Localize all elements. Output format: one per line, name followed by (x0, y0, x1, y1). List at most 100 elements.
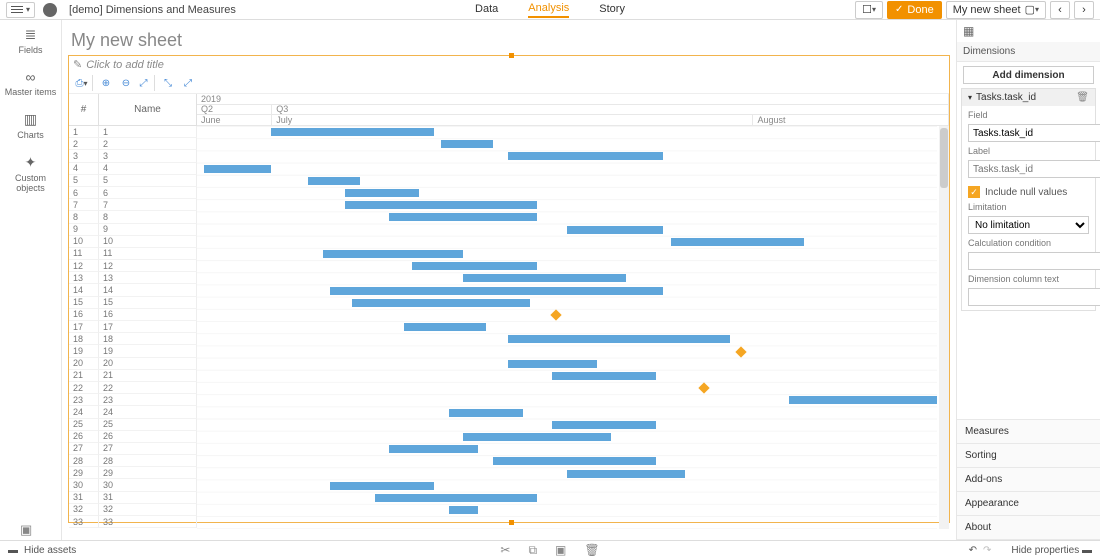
scrollbar-thumb[interactable] (940, 128, 948, 188)
table-row[interactable]: 1919 (69, 345, 197, 357)
section-appearance[interactable]: Appearance (957, 492, 1100, 516)
hide-properties-button[interactable]: Hide properties ▬ (1011, 545, 1092, 556)
table-row[interactable]: 1515 (69, 297, 197, 309)
table-row[interactable]: 2828 (69, 455, 197, 467)
table-row[interactable]: 2222 (69, 382, 197, 394)
table-row[interactable]: 2121 (69, 370, 197, 382)
gantt-bar[interactable] (449, 506, 479, 514)
fit-button[interactable]: ⤢ (137, 75, 155, 91)
print-button[interactable]: ⎙▾ (75, 75, 93, 91)
table-row[interactable]: 77 (69, 199, 197, 211)
gantt-bar[interactable] (404, 323, 485, 331)
table-row[interactable]: 3333 (69, 516, 197, 528)
gantt-bar[interactable] (789, 396, 937, 404)
table-row[interactable]: 55 (69, 175, 197, 187)
gantt-bar[interactable] (508, 360, 597, 368)
gantt-bar[interactable] (330, 287, 663, 295)
table-row[interactable]: 2424 (69, 406, 197, 418)
table-row[interactable]: 3232 (69, 504, 197, 516)
gantt-bar[interactable] (449, 409, 523, 417)
table-row[interactable]: 1414 (69, 284, 197, 296)
gantt-bar[interactable] (345, 201, 537, 209)
gantt-bar[interactable] (567, 226, 663, 234)
gantt-bar[interactable] (375, 494, 538, 502)
collapse-button[interactable]: ⤢ (179, 75, 197, 91)
gantt-bar[interactable] (389, 445, 478, 453)
copy-button[interactable]: ⧉ (528, 543, 537, 558)
zoom-out-button[interactable]: ⊖ (117, 75, 135, 91)
table-icon[interactable]: ▦ (963, 24, 974, 38)
dim-col-text-input[interactable] (968, 288, 1100, 306)
gantt-bar[interactable] (389, 213, 537, 221)
tab-data[interactable]: Data (475, 3, 498, 17)
section-measures[interactable]: Measures (957, 420, 1100, 444)
table-row[interactable]: 2323 (69, 394, 197, 406)
limitation-select[interactable]: No limitation (968, 216, 1089, 234)
table-row[interactable]: 2929 (69, 467, 197, 479)
table-row[interactable]: 2020 (69, 358, 197, 370)
gantt-bar[interactable] (271, 128, 434, 136)
label-input[interactable] (968, 160, 1100, 178)
gantt-bar[interactable] (463, 433, 611, 441)
delete-dimension-button[interactable]: 🗑 (1076, 92, 1089, 103)
section-addons[interactable]: Add-ons (957, 468, 1100, 492)
include-null-checkbox[interactable]: ✓ Include null values (968, 186, 1089, 198)
tab-story[interactable]: Story (599, 3, 625, 17)
gantt-bar[interactable] (493, 457, 656, 465)
vertical-scrollbar[interactable] (939, 126, 949, 529)
table-row[interactable]: 1313 (69, 272, 197, 284)
delete-button[interactable]: 🗑 (584, 543, 599, 558)
sheet-selector-button[interactable]: My new sheet ▢ ▾ (946, 1, 1046, 19)
calc-condition-input[interactable] (968, 252, 1100, 270)
gantt-bar[interactable] (552, 421, 656, 429)
tab-analysis[interactable]: Analysis (528, 2, 569, 18)
next-sheet-button[interactable]: › (1074, 1, 1094, 19)
table-row[interactable]: 2525 (69, 419, 197, 431)
chart-title-input[interactable]: Click to add title (69, 56, 949, 73)
gantt-bar[interactable] (567, 470, 685, 478)
table-row[interactable]: 1717 (69, 321, 197, 333)
table-row[interactable]: 44 (69, 163, 197, 175)
gantt-bar[interactable] (204, 165, 271, 173)
dimension-header[interactable]: ▾ Tasks.task_id 🗑 (962, 89, 1095, 106)
add-dimension-button[interactable]: Add dimension (963, 66, 1094, 84)
hide-assets-button[interactable]: ▬ Hide assets (8, 545, 76, 556)
table-row[interactable]: 22 (69, 138, 197, 150)
table-row[interactable]: 3131 (69, 492, 197, 504)
gantt-bar[interactable] (308, 177, 360, 185)
table-row[interactable]: 11 (69, 126, 197, 138)
gantt-bar[interactable] (508, 335, 730, 343)
expand-button[interactable]: ⤡ (159, 75, 177, 91)
table-row[interactable]: 1818 (69, 333, 197, 345)
table-row[interactable]: 2626 (69, 431, 197, 443)
gantt-bar[interactable] (463, 274, 626, 282)
gantt-bar[interactable] (352, 299, 530, 307)
gantt-bar[interactable] (671, 238, 804, 246)
sheet-title[interactable]: My new sheet (71, 30, 950, 51)
gantt-bar[interactable] (345, 189, 419, 197)
gantt-chart-object[interactable]: Click to add title ⎙▾ ⊕ ⊖ ⤢ ⤡ ⤢ # Name 2… (68, 55, 950, 523)
gantt-bar[interactable] (441, 140, 493, 148)
redo-button[interactable]: ↷ (983, 545, 991, 556)
table-row[interactable]: 1616 (69, 309, 197, 321)
field-input[interactable] (968, 124, 1100, 142)
section-sorting[interactable]: Sorting (957, 444, 1100, 468)
table-row[interactable]: 88 (69, 211, 197, 223)
section-about[interactable]: About (957, 516, 1100, 540)
table-row[interactable]: 1010 (69, 236, 197, 248)
gantt-bar[interactable] (330, 482, 434, 490)
sidebar-item-custom[interactable]: ✦ Custom objects (0, 154, 61, 193)
table-row[interactable]: 99 (69, 224, 197, 236)
zoom-in-button[interactable]: ⊕ (97, 75, 115, 91)
cut-button[interactable]: ✂ (500, 543, 510, 558)
gantt-bar[interactable] (323, 250, 464, 258)
undo-button[interactable]: ↶ (969, 545, 977, 556)
table-row[interactable]: 2727 (69, 443, 197, 455)
gantt-bar[interactable] (508, 152, 663, 160)
table-row[interactable]: 1111 (69, 248, 197, 260)
table-row[interactable]: 66 (69, 187, 197, 199)
prev-sheet-button[interactable]: ‹ (1050, 1, 1070, 19)
table-row[interactable]: 1212 (69, 260, 197, 272)
main-menu-button[interactable]: ▾ (6, 2, 35, 18)
table-row[interactable]: 3030 (69, 479, 197, 491)
